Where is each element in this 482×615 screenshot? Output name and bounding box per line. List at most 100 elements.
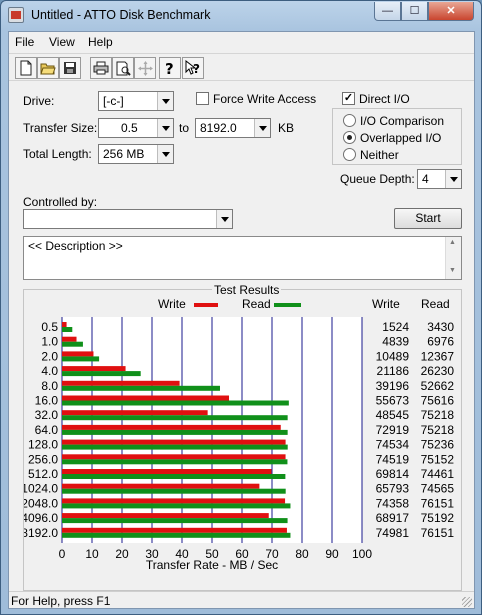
write-bar <box>62 380 180 386</box>
write-bar <box>62 439 286 445</box>
client-area: File View Help ? ? Drive: [-c-] Transfer… <box>8 31 475 609</box>
y-tick-label: 8192.0 <box>24 526 58 540</box>
chevron-down-icon[interactable] <box>254 119 270 137</box>
scroll-up-icon[interactable]: ▲ <box>449 239 456 246</box>
description-box[interactable]: << Description >> ▲ ▼ <box>23 236 462 280</box>
direct-io-label[interactable]: Direct I/O <box>359 92 410 106</box>
write-value: 39196 <box>376 379 410 393</box>
chevron-down-icon[interactable] <box>445 170 461 188</box>
drive-value: [-c-] <box>103 94 124 108</box>
maximize-button[interactable]: ☐ <box>401 2 428 21</box>
chevron-down-icon[interactable] <box>157 119 173 137</box>
menu-file[interactable]: File <box>15 35 34 49</box>
status-text: For Help, press F1 <box>11 594 111 608</box>
write-legend-swatch <box>194 303 218 307</box>
overlapped-io-label[interactable]: Overlapped I/O <box>360 131 441 145</box>
y-tick-label: 64.0 <box>35 423 59 437</box>
write-value: 55673 <box>376 394 410 408</box>
write-column-header: Write <box>372 297 400 311</box>
x-tick-label: 80 <box>295 547 309 561</box>
scroll-down-icon[interactable]: ▼ <box>449 267 456 274</box>
write-bar <box>62 366 126 372</box>
force-write-checkbox[interactable] <box>196 92 209 105</box>
write-value: 68917 <box>376 511 410 525</box>
write-bar <box>62 498 286 504</box>
move-button[interactable] <box>134 57 156 79</box>
chevron-down-icon[interactable] <box>216 210 232 228</box>
results-chart: 0.51.02.04.08.016.032.064.0128.0256.0512… <box>24 297 455 572</box>
drive-select[interactable]: [-c-] <box>98 91 174 111</box>
neither-radio[interactable] <box>343 148 356 161</box>
write-legend-label: Write <box>158 297 186 311</box>
transfer-to-select[interactable]: 8192.0 <box>195 118 271 138</box>
x-tick-label: 10 <box>85 547 99 561</box>
read-value: 74565 <box>421 482 455 496</box>
toolbar: ? ? <box>9 53 474 81</box>
queue-depth-select[interactable]: 4 <box>417 169 462 189</box>
menu-help[interactable]: Help <box>88 35 113 49</box>
read-bar <box>62 503 291 509</box>
y-tick-label: 2048.0 <box>24 496 58 510</box>
read-bar <box>62 444 288 450</box>
chevron-down-icon[interactable] <box>157 92 173 110</box>
open-icon <box>40 63 56 75</box>
help-button[interactable]: ? <box>159 57 181 79</box>
move-icon <box>137 60 153 76</box>
io-comparison-radio[interactable] <box>343 114 356 127</box>
write-bar <box>62 469 272 474</box>
write-bar <box>62 424 281 430</box>
read-bar <box>62 415 288 421</box>
title-bar[interactable]: Untitled - ATTO Disk Benchmark — ☐ ✕ <box>1 1 481 31</box>
new-icon <box>20 60 32 76</box>
to-label: to <box>179 121 190 135</box>
chevron-down-icon[interactable] <box>157 145 173 163</box>
write-value: 21186 <box>377 364 410 378</box>
context-help-button[interactable]: ? <box>182 57 204 79</box>
overlapped-io-radio[interactable] <box>343 131 356 144</box>
menu-view[interactable]: View <box>49 35 75 49</box>
read-value: 75192 <box>421 511 455 525</box>
write-value: 74358 <box>376 496 410 510</box>
start-button[interactable]: Start <box>394 208 462 229</box>
total-length-select[interactable]: 256 MB <box>98 144 174 164</box>
transfer-from-select[interactable]: 0.5 <box>98 118 174 138</box>
kb-label: KB <box>278 121 295 135</box>
y-tick-label: 32.0 <box>35 408 59 422</box>
read-value: 76151 <box>421 496 455 510</box>
write-bar <box>62 351 94 357</box>
read-column-header: Read <box>421 297 450 311</box>
save-button[interactable] <box>59 57 81 79</box>
read-bar <box>62 400 289 406</box>
new-button[interactable] <box>15 57 37 79</box>
read-value: 75218 <box>421 423 455 437</box>
neither-label[interactable]: Neither <box>360 148 399 162</box>
read-value: 75236 <box>421 438 455 452</box>
close-button[interactable]: ✕ <box>428 2 474 21</box>
read-value: 75218 <box>421 408 455 422</box>
read-bar <box>62 488 286 494</box>
print-button[interactable] <box>90 57 112 79</box>
y-tick-label: 8.0 <box>41 379 58 393</box>
print-icon <box>93 61 109 75</box>
controlled-by-select[interactable] <box>23 209 233 229</box>
resize-grip-icon[interactable] <box>462 597 472 607</box>
force-write-label[interactable]: Force Write Access <box>213 92 316 106</box>
queue-depth-value: 4 <box>422 172 429 186</box>
io-comparison-label[interactable]: I/O Comparison <box>360 114 444 128</box>
print-preview-button[interactable] <box>112 57 134 79</box>
read-value: 12367 <box>421 349 455 363</box>
read-value: 52662 <box>421 379 455 393</box>
description-text: << Description >> <box>28 239 123 253</box>
read-legend-swatch <box>274 303 301 307</box>
minimize-button[interactable]: — <box>374 2 401 21</box>
description-scrollbar[interactable]: ▲ ▼ <box>445 237 461 279</box>
x-tick-label: 100 <box>352 547 372 561</box>
open-button[interactable] <box>37 57 59 79</box>
app-window: Untitled - ATTO Disk Benchmark — ☐ ✕ Fil… <box>0 0 482 615</box>
write-bar <box>62 527 287 533</box>
status-bar: For Help, press F1 <box>9 591 474 609</box>
direct-io-checkbox[interactable]: ✓ <box>342 92 355 105</box>
x-tick-label: 20 <box>115 547 129 561</box>
y-tick-label: 128.0 <box>28 438 58 452</box>
write-bar <box>62 322 67 327</box>
